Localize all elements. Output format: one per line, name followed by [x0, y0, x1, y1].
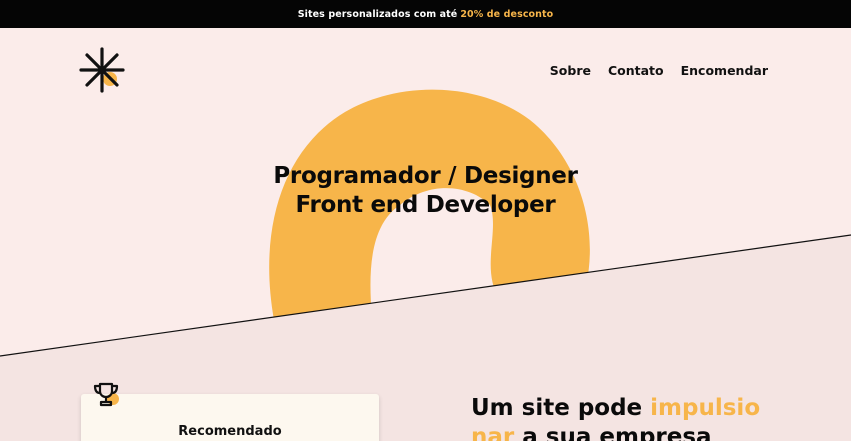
main-nav: Sobre Contato Encomendar: [550, 63, 768, 78]
trophy-icon: [93, 382, 119, 407]
headline-text-start: Um site pode: [471, 395, 651, 421]
hero-title-line2: Front end Developer: [295, 192, 556, 218]
nav-link-encomendar[interactable]: Encomendar: [681, 63, 768, 78]
nav-link-contato[interactable]: Contato: [608, 63, 664, 78]
nav-link-sobre[interactable]: Sobre: [550, 63, 591, 78]
hero-title-line1: Programador / Designer: [273, 163, 578, 189]
headline-text-end: a sua empresa: [514, 424, 712, 441]
hero-title: Programador / Designer Front end Develop…: [0, 162, 851, 220]
asterisk-logo-icon[interactable]: [78, 46, 126, 94]
section-headline: Um site pode impulsio nar a sua empresa: [471, 394, 771, 441]
promo-text: Sites personalizados com até: [297, 8, 458, 20]
promo-bar: Sites personalizados com até 20% de desc…: [0, 0, 851, 28]
card-title: Recomendado: [178, 424, 282, 439]
recommended-card: Recomendado: [81, 394, 379, 441]
promo-discount[interactable]: 20% de desconto: [460, 9, 553, 20]
diagonal-divider-line: [0, 234, 851, 357]
